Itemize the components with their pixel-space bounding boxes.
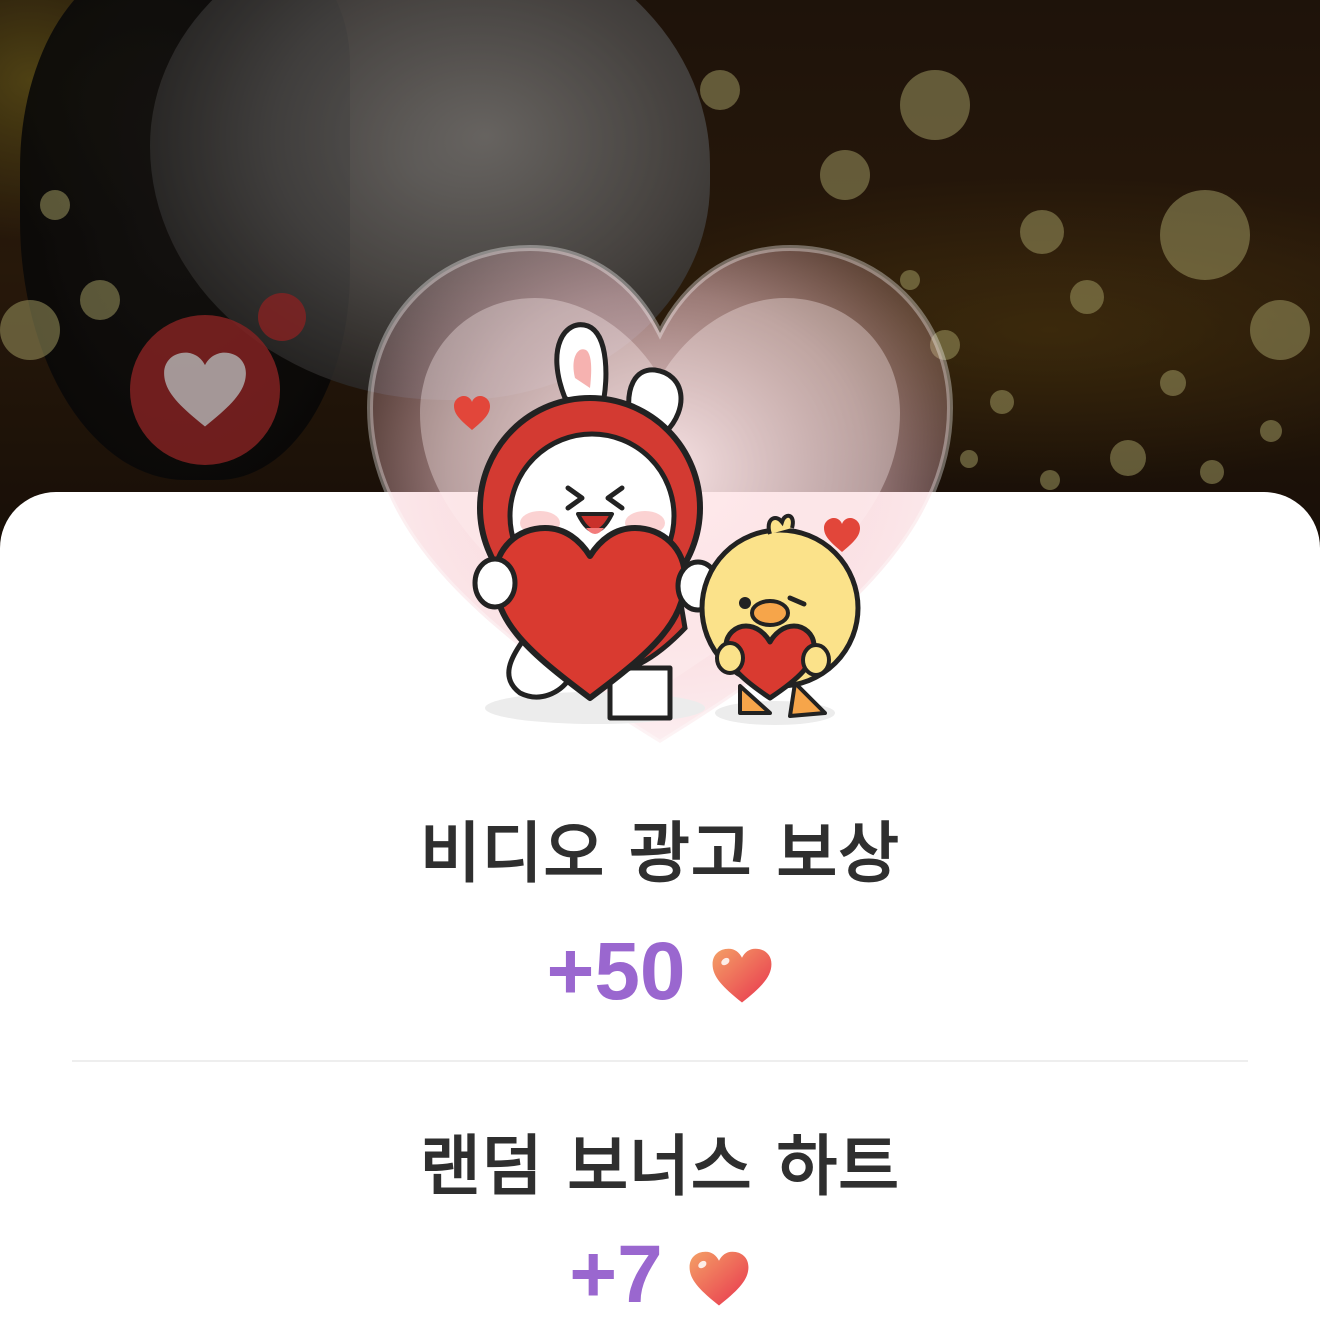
- video-ad-reward-amount: +50: [546, 926, 686, 1017]
- heart-icon: [689, 1251, 749, 1306]
- random-bonus-amount: +7: [569, 1229, 663, 1320]
- random-bonus-amount-row: +7: [0, 1228, 1320, 1320]
- section-divider: [72, 1060, 1248, 1062]
- video-ad-reward-amount-row: +50: [0, 925, 1320, 1019]
- random-bonus-heart-title: 랜덤 보너스 하트: [420, 1128, 900, 1205]
- heart-icon: [712, 948, 771, 1003]
- video-ad-reward-title: 비디오 광고 보상: [420, 815, 900, 892]
- rabbit-and-chick-illustration: [454, 322, 861, 725]
